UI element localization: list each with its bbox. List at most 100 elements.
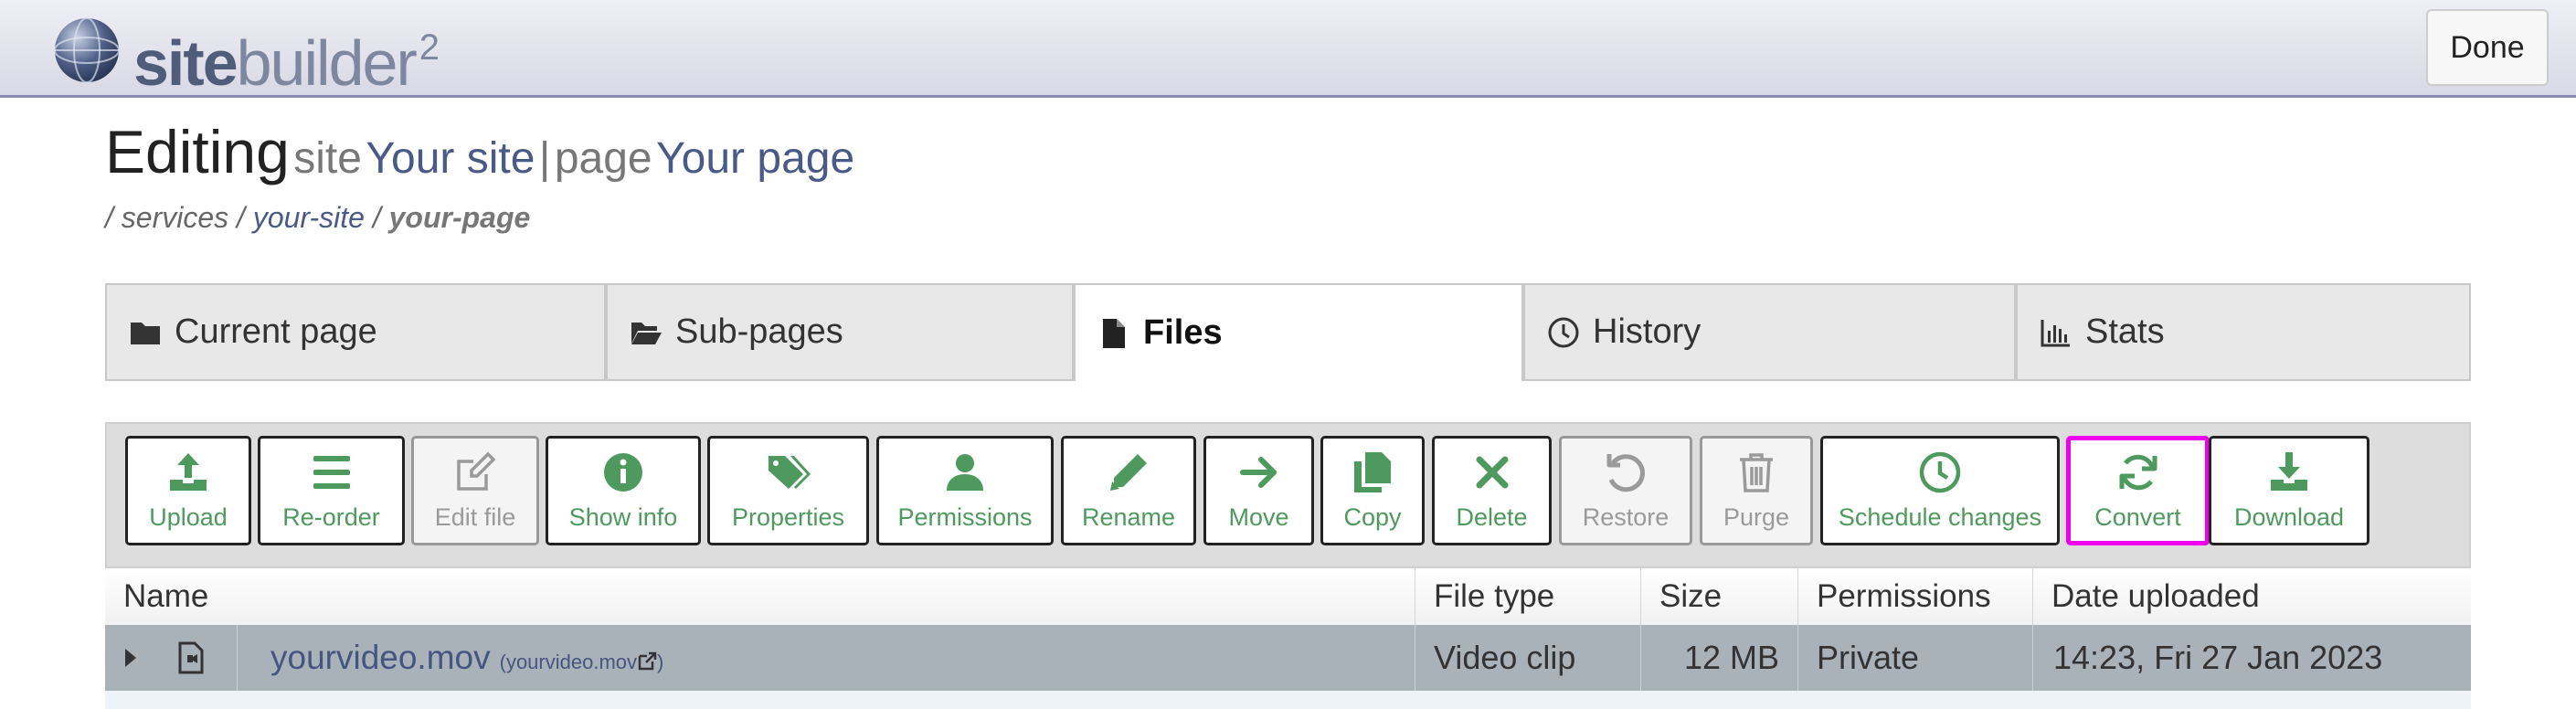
external-link-icon xyxy=(638,651,657,671)
file-type-cell: Video clip xyxy=(1415,625,1641,691)
breadcrumb-services[interactable]: services xyxy=(122,201,228,234)
undo-icon xyxy=(1606,453,1645,492)
title-editing: Editing xyxy=(105,118,290,185)
logo-light: builder xyxy=(236,27,418,99)
row-controls xyxy=(105,625,238,691)
file-direct-link-close: ) xyxy=(657,651,664,673)
logo-version: 2 xyxy=(419,27,440,68)
breadcrumb-sep: / xyxy=(372,201,381,234)
pencil-icon xyxy=(1110,453,1147,491)
file-direct-link-text: (yourvideo.mov xyxy=(499,651,638,673)
edit-file-button[interactable]: Edit file xyxy=(411,436,539,545)
arrow-right-icon xyxy=(1239,456,1277,488)
bars-icon xyxy=(313,455,350,489)
download-button[interactable]: Download xyxy=(2209,436,2369,545)
delete-button[interactable]: Delete xyxy=(1432,436,1552,545)
button-label: Move xyxy=(1228,503,1289,531)
button-label: Permissions xyxy=(897,503,1033,531)
info-icon xyxy=(604,452,642,492)
logo-bold: site xyxy=(133,27,239,99)
title-page-name[interactable]: Your page xyxy=(656,134,854,183)
file-date-cell: 14:23, Fri 27 Jan 2023 xyxy=(2053,639,2383,676)
file-permissions-cell: Private xyxy=(1798,625,2033,691)
done-button[interactable]: Done xyxy=(2426,9,2549,86)
video-file-icon xyxy=(178,641,204,674)
tags-icon xyxy=(768,455,811,489)
schedule-changes-button[interactable]: Schedule changes xyxy=(1820,436,2060,545)
button-label: Purge xyxy=(1723,503,1790,531)
column-header-file-type[interactable]: File type xyxy=(1415,568,1641,625)
copy-button[interactable]: Copy xyxy=(1320,436,1425,545)
breadcrumb-sep: / xyxy=(237,201,245,234)
title-site-word: site xyxy=(293,134,362,183)
trash-icon xyxy=(1740,452,1773,492)
bar-chart-icon xyxy=(2041,319,2070,346)
move-button[interactable]: Move xyxy=(1203,436,1314,545)
button-label: Re-order xyxy=(282,503,380,531)
properties-button[interactable]: Properties xyxy=(707,436,869,545)
file-name-link[interactable]: yourvideo.mov xyxy=(270,639,491,676)
breadcrumb: / services / your-site / your-page xyxy=(105,201,530,235)
button-label: Schedule changes xyxy=(1838,503,2042,531)
restore-button[interactable]: Restore xyxy=(1559,436,1692,545)
times-icon xyxy=(1476,456,1508,488)
expand-caret-icon[interactable] xyxy=(123,647,138,669)
tab-stats[interactable]: Stats xyxy=(2016,283,2471,381)
title-separator: | xyxy=(538,134,551,183)
breadcrumb-sep: / xyxy=(105,201,113,234)
tab-label: History xyxy=(1593,312,1701,351)
tab-history[interactable]: History xyxy=(1523,283,2016,381)
permissions-button[interactable]: Permissions xyxy=(876,436,1054,545)
tab-bar: Current page Sub-pages Files History Sta… xyxy=(105,283,2471,381)
file-toolbar: Upload Re-order Edit file Show info Prop… xyxy=(105,422,2471,568)
globe-logo-icon xyxy=(54,17,120,83)
tab-label: Current page xyxy=(175,312,377,351)
tab-label: Stats xyxy=(2085,312,2165,351)
table-row[interactable] xyxy=(105,691,2471,709)
column-header-name[interactable]: Name xyxy=(105,568,1415,625)
download-icon xyxy=(2271,451,2307,491)
button-label: Restore xyxy=(1582,503,1670,531)
button-label: Rename xyxy=(1081,503,1176,531)
tab-current-page[interactable]: Current page xyxy=(105,283,606,381)
title-site-name[interactable]: Your site xyxy=(366,134,535,183)
column-header-permissions[interactable]: Permissions xyxy=(1798,568,2033,625)
button-label: Properties xyxy=(731,503,845,531)
column-header-size[interactable]: Size xyxy=(1641,568,1798,625)
convert-button[interactable]: Convert xyxy=(2066,436,2210,545)
title-page-word: page xyxy=(554,134,652,183)
column-header-date-uploaded[interactable]: Date uploaded xyxy=(2033,568,2471,625)
app-logo: sitebuilder 2 xyxy=(133,9,440,101)
refresh-icon xyxy=(2119,454,2157,490)
page-title: Editing site Your site | page Your page xyxy=(105,117,854,186)
tab-label: Sub-pages xyxy=(675,312,843,351)
button-label: Copy xyxy=(1343,503,1402,531)
tab-label: Files xyxy=(1143,313,1223,352)
table-row[interactable]: yourvideo.mov (yourvideo.mov) Video clip… xyxy=(105,625,2471,691)
table-header: Name File type Size Permissions Date upl… xyxy=(105,568,2471,626)
breadcrumb-page: your-page xyxy=(388,201,531,234)
rename-button[interactable]: Rename xyxy=(1061,436,1196,545)
tab-files[interactable]: Files xyxy=(1074,283,1523,381)
file-name-cell: yourvideo.mov (yourvideo.mov) xyxy=(238,625,1415,691)
folder-open-icon xyxy=(631,322,662,344)
upload-icon xyxy=(170,452,207,491)
purge-button[interactable]: Purge xyxy=(1700,436,1813,545)
button-label: Show info xyxy=(568,503,678,531)
upload-button[interactable]: Upload xyxy=(125,436,251,545)
button-label: Download xyxy=(2233,503,2345,531)
file-icon xyxy=(1103,318,1125,348)
file-direct-link[interactable]: (yourvideo.mov) xyxy=(500,651,664,673)
folder-icon xyxy=(131,322,160,344)
copy-icon xyxy=(1354,451,1391,492)
tab-sub-pages[interactable]: Sub-pages xyxy=(606,283,1074,381)
button-label: Delete xyxy=(1456,503,1528,531)
edit-icon xyxy=(457,451,496,491)
button-label: Edit file xyxy=(434,503,516,531)
file-size-cell: 12 MB xyxy=(1641,625,1798,691)
show-info-button[interactable]: Show info xyxy=(546,436,701,545)
reorder-button[interactable]: Re-order xyxy=(258,436,405,545)
breadcrumb-site[interactable]: your-site xyxy=(253,201,365,234)
clock-icon xyxy=(1919,451,1961,492)
user-icon xyxy=(947,453,983,491)
